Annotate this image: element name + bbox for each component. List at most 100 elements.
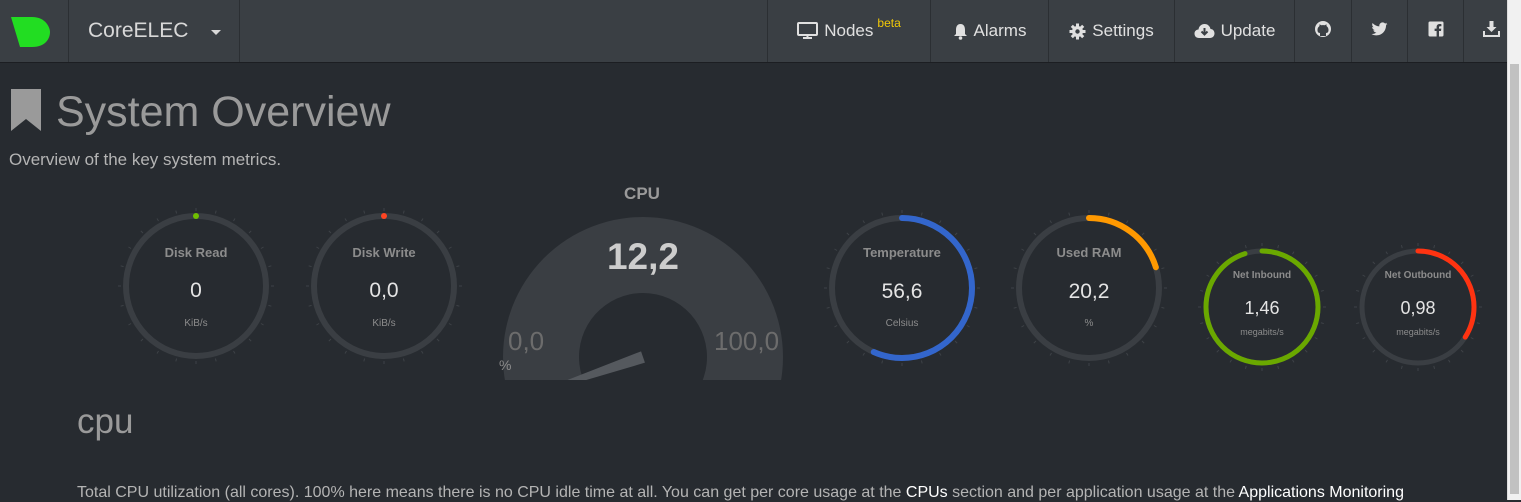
scale-tick	[939, 352, 942, 356]
cpus-link[interactable]: CPUs	[906, 484, 948, 501]
scale-tick	[1126, 352, 1129, 356]
scale-tick	[1229, 251, 1232, 255]
scale-tick	[974, 306, 978, 309]
cpu-gauge-max: 100,0	[714, 326, 780, 356]
scale-tick	[1141, 232, 1145, 236]
download-icon	[1482, 20, 1500, 42]
nav-nodes[interactable]: Nodes beta	[767, 0, 930, 62]
section-text-start: Total CPU utilization (all cores). 100% …	[77, 484, 906, 501]
gauge-unit: KiB/s	[372, 318, 396, 329]
scale-tick	[1216, 261, 1220, 265]
scale-tick	[1126, 220, 1129, 224]
nav-facebook[interactable]	[1407, 0, 1463, 62]
temperature-gauge[interactable]: Temperature 56,6 Celsius	[823, 209, 981, 367]
coreelec-logo[interactable]	[0, 0, 69, 62]
scale-tick	[1460, 261, 1464, 265]
scale-tick	[1033, 232, 1037, 236]
scale-tick	[862, 352, 865, 356]
scale-tick	[920, 360, 923, 364]
scale-tick	[1049, 352, 1052, 356]
scale-tick	[1362, 337, 1366, 340]
cloud-download-icon	[1194, 23, 1215, 39]
gauge-label: Temperature	[863, 245, 941, 260]
gauge-label: Net Outbound	[1384, 270, 1452, 281]
scale-tick	[1200, 322, 1204, 325]
nav-nodes-label: Nodes	[824, 21, 874, 40]
scale-tick	[1216, 349, 1220, 353]
net-inbound-gauge[interactable]: Net Inbound 1,46 megabits/s	[1197, 242, 1327, 372]
scale-tick	[1068, 360, 1071, 364]
scale-tick	[1244, 365, 1247, 369]
chevron-down-icon	[211, 30, 221, 35]
used-ram-gauge[interactable]: Used RAM 20,2 %	[1010, 209, 1168, 367]
scale-tick	[140, 338, 144, 342]
cpu-gauge-min: 0,0	[508, 326, 545, 356]
coreelec-logo-icon	[11, 17, 50, 47]
scale-tick	[1400, 365, 1403, 369]
scale-tick	[881, 212, 884, 216]
gauge-unit: KiB/s	[184, 318, 208, 329]
brand-dropdown[interactable]: CoreELEC	[69, 0, 240, 62]
nav-update-label: Update	[1220, 21, 1276, 40]
nav-twitter[interactable]	[1351, 0, 1407, 62]
disk-read-gauge[interactable]: Disk Read 0 KiB/s	[117, 207, 275, 365]
scale-tick	[456, 265, 460, 268]
navbar: CoreELEC Nodes beta Alarms Settings Upda…	[0, 0, 1521, 63]
scale-tick	[156, 218, 159, 222]
beta-badge: beta	[877, 16, 901, 30]
scale-tick	[1372, 261, 1376, 265]
scale-tick	[1292, 251, 1295, 255]
nav-settings[interactable]: Settings	[1048, 0, 1174, 62]
scale-tick	[1277, 365, 1280, 369]
navbar-menu: Nodes beta Alarms Settings Update	[767, 0, 1519, 62]
cpu-gauge-unit: %	[499, 357, 512, 373]
scrollbar[interactable]	[1507, 0, 1521, 500]
github-icon	[1314, 20, 1332, 43]
scale-tick	[1476, 322, 1480, 325]
scrollbar-thumb[interactable]	[1510, 64, 1519, 494]
bell-icon	[953, 23, 968, 40]
scale-tick	[1206, 337, 1210, 340]
scale-tick	[344, 218, 347, 222]
page-title: System Overview	[56, 88, 391, 136]
scale-tick	[1141, 340, 1145, 344]
scale-tick	[402, 358, 405, 362]
scale-tick	[1320, 289, 1324, 292]
gauge-value: 20,2	[1068, 280, 1110, 303]
scale-tick	[456, 304, 460, 307]
gauge-unit: megabits/s	[1240, 327, 1284, 337]
scale-tick	[1400, 245, 1403, 249]
scale-tick	[328, 338, 332, 342]
scale-tick	[1433, 365, 1436, 369]
scale-tick	[402, 210, 405, 214]
scale-tick	[974, 267, 978, 270]
scale-tick	[1161, 267, 1165, 270]
nav-alarms[interactable]: Alarms	[930, 0, 1048, 62]
nav-settings-label: Settings	[1092, 21, 1154, 40]
applications-monitoring-link[interactable]: Applications Monitoring	[1239, 484, 1404, 501]
gauge-indicator-dot	[193, 213, 199, 219]
scale-tick	[1476, 289, 1480, 292]
scale-tick	[156, 350, 159, 354]
scale-tick	[233, 218, 236, 222]
net-outbound-gauge[interactable]: Net Outbound 0,98 megabits/s	[1353, 242, 1483, 372]
scale-tick	[363, 210, 366, 214]
nav-update[interactable]: Update	[1174, 0, 1294, 62]
scale-tick	[1013, 267, 1017, 270]
scale-tick	[363, 358, 366, 362]
gauge-label: Disk Read	[164, 245, 228, 260]
section-text-middle: section and per application usage at the	[947, 484, 1239, 501]
scale-tick	[1304, 349, 1308, 353]
scale-tick	[308, 265, 312, 268]
scale-tick	[268, 304, 272, 307]
scale-tick	[1314, 337, 1318, 340]
disk-write-gauge[interactable]: Disk Write 0,0 KiB/s	[305, 207, 463, 365]
cpu-gauge-value: 12,2	[606, 236, 679, 277]
scale-tick	[1068, 212, 1071, 216]
scale-tick	[954, 340, 958, 344]
scale-tick	[175, 358, 178, 362]
scale-tick	[421, 218, 424, 222]
scale-tick	[1049, 220, 1052, 224]
nav-github[interactable]	[1294, 0, 1351, 62]
gauge-value: 56,6	[881, 280, 923, 303]
